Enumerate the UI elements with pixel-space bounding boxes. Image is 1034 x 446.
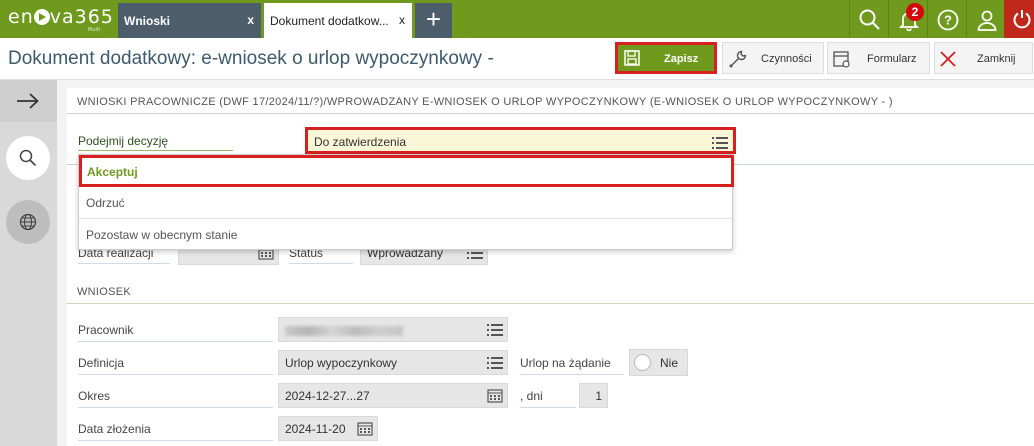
expand-sidebar-button[interactable] xyxy=(0,80,57,122)
period-value: 2024-12-27...27 xyxy=(285,389,370,403)
logo-subtitle: Multi xyxy=(88,27,101,33)
tab-wnioski[interactable]: Wnioski x xyxy=(118,3,261,38)
tab-dokument-dodatkowy[interactable]: Dokument dodatkow... x xyxy=(264,3,412,38)
search-icon xyxy=(859,9,880,30)
svg-text:?: ? xyxy=(944,13,952,28)
tab-label: Wnioski xyxy=(124,14,171,28)
definition-field[interactable]: Urlop wypoczynkowy xyxy=(278,350,508,375)
toggle-value: Nie xyxy=(660,356,679,370)
tab-label: Dokument dodatkow... xyxy=(270,14,389,28)
sidebar-globe-button[interactable] xyxy=(6,200,50,244)
period-label: Okres xyxy=(78,389,111,403)
definition-label: Definicja xyxy=(78,356,125,370)
on-demand-label: Urlop na żądanie xyxy=(520,356,611,370)
top-bar: en va365 Multi Wnioski x Dokument dodatko… xyxy=(0,0,1034,38)
user-button[interactable] xyxy=(967,0,1005,38)
tab-close-icon[interactable]: x xyxy=(399,13,405,27)
filed-date-field[interactable]: 2024-11-20 xyxy=(278,416,378,441)
user-icon xyxy=(977,10,997,31)
on-demand-toggle[interactable]: Nie xyxy=(629,349,688,376)
sidebar-search-button[interactable] xyxy=(6,136,50,180)
calendar-icon[interactable] xyxy=(357,421,373,436)
wrench-icon xyxy=(729,50,747,68)
close-icon xyxy=(940,51,956,67)
employee-label: Pracownik xyxy=(78,323,134,337)
section-divider xyxy=(67,113,1034,114)
decision-dropdown: Akceptuj Odrzuć Pozostaw w obecnym stani… xyxy=(78,154,734,251)
calendar-icon[interactable] xyxy=(487,388,503,403)
actions-button[interactable]: Czynności xyxy=(722,42,824,74)
filed-date-value: 2024-11-20 xyxy=(285,422,346,436)
dropdown-option-accept[interactable]: Akceptuj xyxy=(79,155,734,187)
filed-date-label: Data złożenia xyxy=(78,422,151,436)
label-underline xyxy=(520,374,624,375)
tab-close-icon[interactable]: x xyxy=(247,13,254,27)
label-underline xyxy=(78,440,273,441)
power-icon xyxy=(1013,10,1031,29)
close-button[interactable]: Zamknij xyxy=(934,42,1033,74)
section-header-request-path: WNIOSKI PRACOWNICZE (DWF 17/2024/11/?)/W… xyxy=(77,96,893,108)
logout-button[interactable] xyxy=(1004,0,1034,38)
search-icon xyxy=(19,149,37,167)
app-logo: en va365 Multi xyxy=(8,6,114,33)
help-button[interactable]: ? xyxy=(928,0,966,38)
blurred-employee-name xyxy=(285,325,403,336)
globe-icon xyxy=(19,213,37,231)
days-field[interactable]: 1 xyxy=(579,383,608,408)
list-icon[interactable] xyxy=(487,324,503,336)
close-label: Zamknij xyxy=(977,53,1016,65)
section-divider xyxy=(67,303,1034,304)
save-button[interactable]: Zapisz xyxy=(615,42,717,74)
label-underline xyxy=(78,341,273,342)
search-button[interactable] xyxy=(850,0,888,38)
title-bar: Dokument dodatkowy: e-wniosek o urlop wy… xyxy=(0,38,1034,80)
decision-select[interactable]: Do zatwierdzenia xyxy=(305,127,736,154)
label-underline xyxy=(78,374,273,375)
days-label: , dni xyxy=(520,389,543,403)
label-underline xyxy=(289,263,353,264)
section-header-wniosek: WNIOSEK xyxy=(77,286,132,298)
form-button[interactable]: Formularz xyxy=(827,42,930,74)
sidebar xyxy=(0,80,57,446)
decision-label: Podejmij decyzję xyxy=(78,134,169,148)
label-underline xyxy=(78,407,273,408)
arrow-right-icon xyxy=(17,93,39,109)
toggle-knob xyxy=(634,354,651,371)
definition-value: Urlop wypoczynkowy xyxy=(285,356,398,370)
period-field[interactable]: 2024-12-27...27 xyxy=(278,383,508,408)
form-icon xyxy=(833,51,850,68)
list-icon[interactable] xyxy=(487,357,503,369)
dropdown-option-keep[interactable]: Pozostaw w obecnym stanie xyxy=(79,219,732,251)
form-label: Formularz xyxy=(867,53,917,65)
page-title: Dokument dodatkowy: e-wniosek o urlop wy… xyxy=(8,48,494,69)
employee-field[interactable] xyxy=(278,317,508,342)
help-icon: ? xyxy=(937,9,959,31)
notification-count-badge: 2 xyxy=(906,3,924,21)
save-label: Zapisz xyxy=(664,53,699,65)
dropdown-option-reject[interactable]: Odrzuć xyxy=(79,187,732,219)
label-underline xyxy=(78,150,233,151)
list-icon[interactable] xyxy=(712,137,728,149)
add-tab-button[interactable]: + xyxy=(415,3,452,38)
decision-value: Do zatwierdzenia xyxy=(314,135,407,149)
label-underline xyxy=(520,407,576,408)
floppy-disk-icon xyxy=(624,50,640,66)
label-underline xyxy=(78,263,170,264)
actions-label: Czynności xyxy=(761,53,812,65)
